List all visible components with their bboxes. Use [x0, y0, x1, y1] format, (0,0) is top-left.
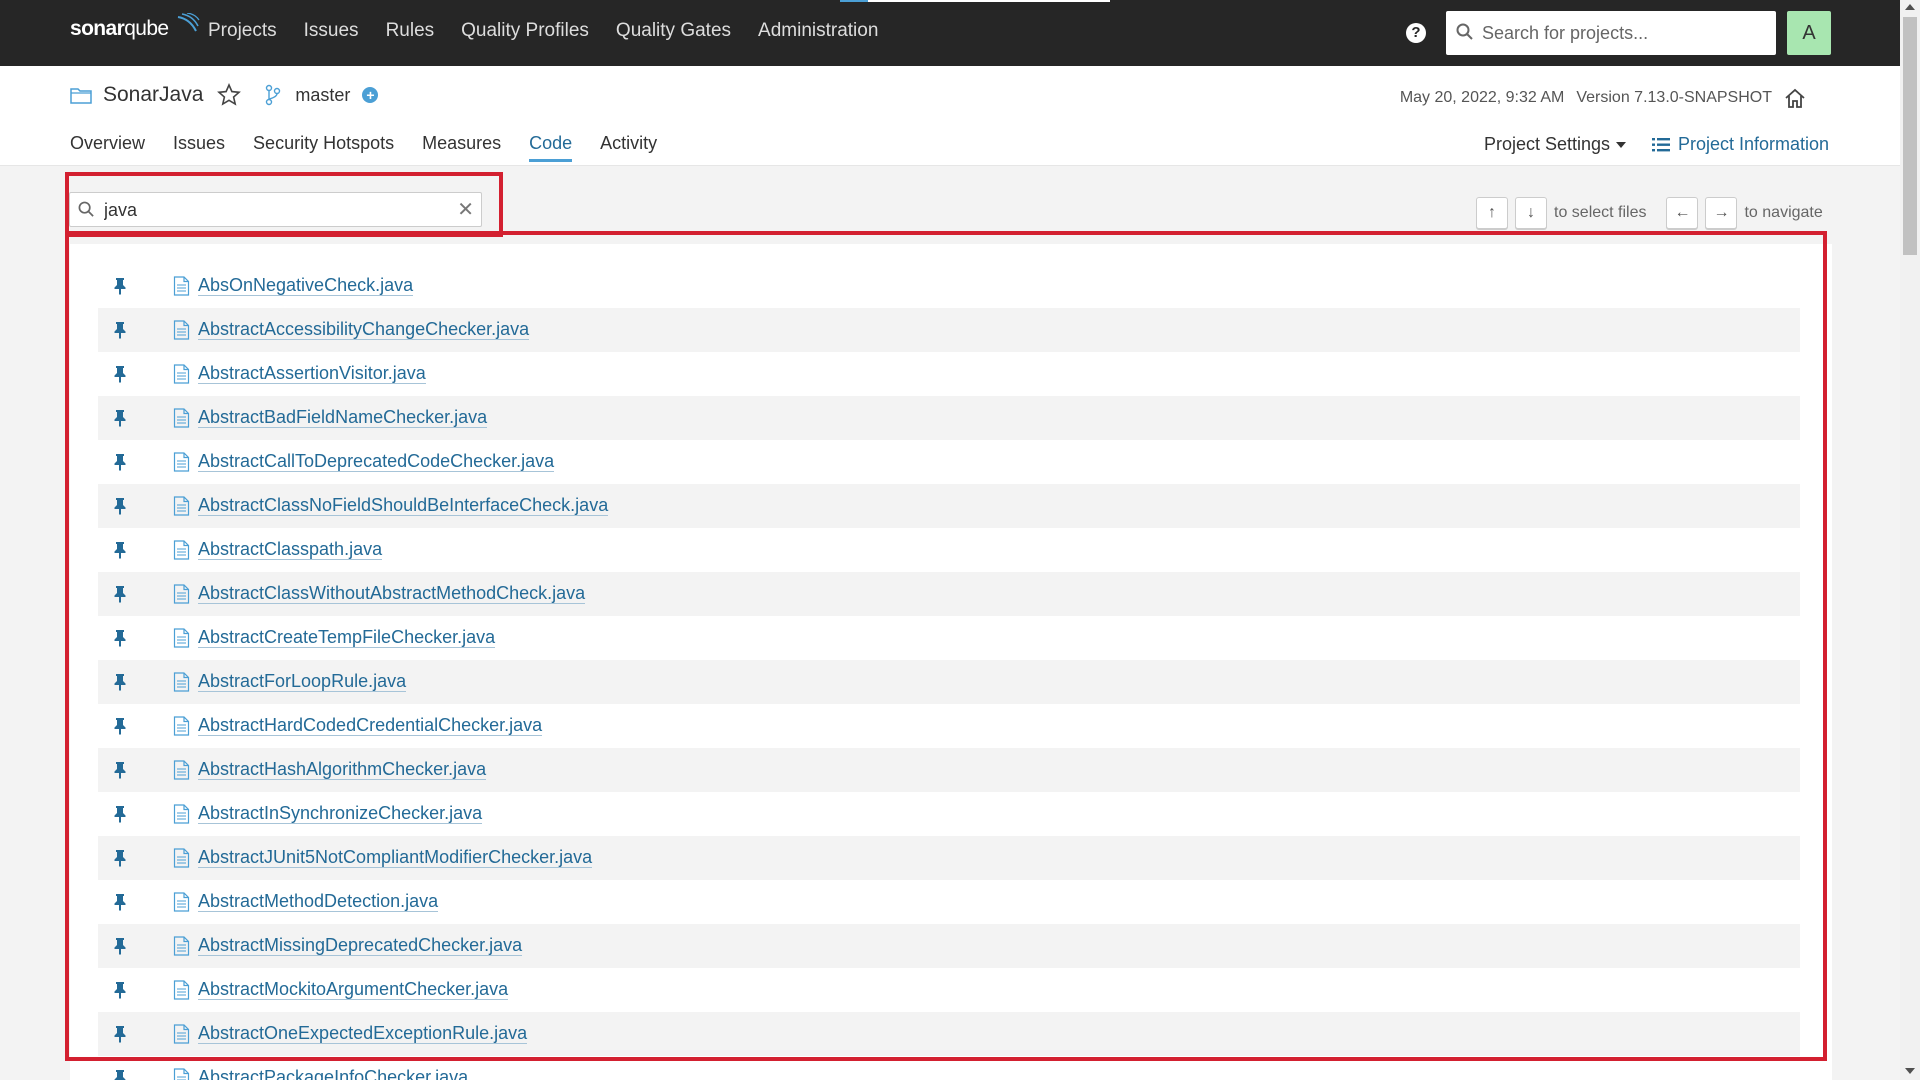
file-name-link[interactable]: AbstractPackageInfoChecker.java	[198, 1067, 468, 1080]
key-up: ↑	[1476, 197, 1508, 229]
nav-quality-profiles[interactable]: Quality Profiles	[461, 20, 589, 42]
key-right: →	[1705, 197, 1738, 229]
project-search	[1446, 11, 1776, 55]
tab-issues[interactable]: Issues	[173, 133, 225, 160]
sonarqube-logo[interactable]: sonarqube	[70, 13, 200, 41]
branch-name[interactable]: master	[295, 85, 350, 106]
tab-code[interactable]: Code	[529, 133, 573, 162]
caret-down-icon	[1616, 141, 1627, 148]
project-settings-dropdown[interactable]: Project Settings	[1484, 134, 1627, 155]
project-name[interactable]: SonarJava	[103, 83, 203, 107]
nav-administration[interactable]: Administration	[758, 20, 878, 42]
nav-quality-gates[interactable]: Quality Gates	[616, 20, 731, 42]
nav-projects[interactable]: Projects	[208, 20, 277, 42]
main-nav: Projects Issues Rules Quality Profiles Q…	[208, 20, 905, 42]
scroll-up-icon[interactable]	[1905, 4, 1915, 10]
project-search-input[interactable]	[1482, 20, 1762, 46]
nav-rules[interactable]: Rules	[386, 20, 435, 42]
tab-security-hotspots[interactable]: Security Hotspots	[253, 133, 394, 160]
add-branch-icon[interactable]: +	[362, 87, 379, 103]
project-information-button[interactable]: Project Information	[1652, 134, 1829, 155]
project-information-label: Project Information	[1678, 134, 1830, 154]
help-icon[interactable]: ?	[1406, 23, 1426, 43]
project-version: Version 7.13.0-SNAPSHOT	[1576, 89, 1772, 106]
select-files-hint: to select files	[1554, 204, 1647, 221]
project-header: SonarJava master + May 20, 2022, 9:32 AM…	[0, 66, 1900, 166]
project-folder-icon	[70, 88, 92, 104]
page-scrollbar[interactable]	[1900, 0, 1920, 1080]
project-settings-label: Project Settings	[1484, 134, 1611, 154]
key-left: ←	[1666, 197, 1699, 229]
user-avatar[interactable]: A	[1787, 11, 1831, 55]
tab-overview[interactable]: Overview	[70, 133, 145, 160]
scroll-down-icon[interactable]	[1905, 1068, 1915, 1074]
highlight-box-file-list	[65, 231, 1827, 1061]
navigate-hint: to navigate	[1744, 204, 1823, 221]
keyboard-hints: ↑ ↓ to select files ← → to navigate	[1476, 197, 1823, 229]
favorite-star-icon[interactable]	[217, 83, 242, 107]
project-title-bar: SonarJava master +	[70, 83, 379, 107]
analysis-date: May 20, 2022, 9:32 AM	[1399, 89, 1565, 106]
tab-measures[interactable]: Measures	[422, 133, 501, 160]
loading-bar	[840, 0, 1110, 2]
list-icon	[1652, 137, 1670, 151]
pin-icon[interactable]	[112, 1069, 128, 1080]
scrollbar-thumb[interactable]	[1903, 17, 1917, 255]
top-navbar: sonarqube Projects Issues Rules Quality …	[0, 0, 1900, 66]
highlight-box-search	[65, 172, 503, 237]
key-down: ↓	[1515, 197, 1547, 229]
home-icon[interactable]	[1784, 87, 1806, 109]
project-tabs: Overview Issues Security Hotspots Measur…	[70, 133, 685, 162]
branch-icon	[266, 84, 281, 106]
tab-activity[interactable]: Activity	[600, 133, 657, 160]
search-icon	[1456, 23, 1473, 40]
project-meta: May 20, 2022, 9:32 AM Version 7.13.0-SNA…	[1400, 87, 1806, 109]
file-icon	[173, 1068, 190, 1080]
sonarqube-wave-icon	[177, 13, 200, 32]
nav-issues[interactable]: Issues	[304, 20, 359, 42]
